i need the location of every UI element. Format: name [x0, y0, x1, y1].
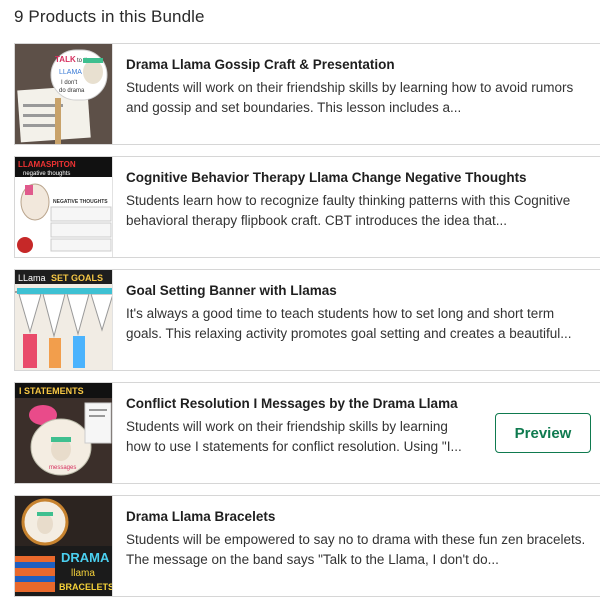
product-title[interactable]: Drama Llama Gossip Craft & Presentation	[126, 57, 395, 72]
thumb-text: messages	[49, 465, 76, 471]
product-description: It's always a good time to teach student…	[126, 306, 572, 341]
preview-button[interactable]: Preview	[495, 413, 591, 453]
thumb-text: negative thoughts	[23, 171, 70, 177]
thumb-text: do drama	[59, 88, 85, 94]
product-description: Students learn how to recognize faulty t…	[126, 193, 571, 228]
thumb-text: I STATEMENTS	[19, 386, 84, 396]
thumb-text: LLAMA	[59, 69, 82, 76]
bundle-heading: 9 Products in this Bundle	[14, 7, 205, 26]
product-description: Students will be empowered to say no to …	[126, 532, 586, 567]
bundle-panel: 9 Products in this Bundle TALK to the LL…	[0, 0, 600, 600]
product-card[interactable]: LLama SET GOALS Goal Setting Banner with…	[14, 269, 600, 371]
thumb-text: SET GOALS	[51, 273, 103, 283]
thumb-text: llama	[71, 568, 95, 579]
thumb-text: TALK	[55, 55, 76, 64]
thumb-text: DRAMA	[61, 550, 110, 565]
product-description: Students will work on their friendship s…	[126, 80, 574, 115]
product-thumbnail[interactable]: DRAMA llama BRACELETS	[15, 496, 113, 596]
product-thumbnail[interactable]: I STATEMENTS messages	[15, 383, 113, 483]
product-title[interactable]: Goal Setting Banner with Llamas	[126, 283, 337, 298]
product-card[interactable]: I STATEMENTS messages Conflict Resolutio…	[14, 382, 600, 484]
product-title[interactable]: Conflict Resolution I Messages by the Dr…	[126, 396, 458, 411]
product-thumbnail[interactable]: TALK to the LLAMA I don't do drama	[15, 44, 113, 144]
thumb-text: LLAMASPITON	[18, 160, 76, 169]
product-thumbnail[interactable]: LLama SET GOALS	[15, 270, 113, 370]
product-thumbnail[interactable]: LLAMASPITON negative thoughts NEGATIVE T…	[15, 157, 113, 257]
product-card[interactable]: LLAMASPITON negative thoughts NEGATIVE T…	[14, 156, 600, 258]
thumb-text: LLama	[18, 273, 46, 283]
product-title[interactable]: Drama Llama Bracelets	[126, 509, 275, 524]
thumb-text: I don't	[61, 80, 77, 86]
product-title[interactable]: Cognitive Behavior Therapy Llama Change …	[126, 170, 527, 185]
thumb-text: NEGATIVE THOUGHTS	[53, 199, 108, 205]
product-card[interactable]: TALK to the LLAMA I don't do drama Drama…	[14, 43, 600, 145]
product-card[interactable]: DRAMA llama BRACELETS Drama Llama Bracel…	[14, 495, 600, 597]
thumb-text: BRACELETS	[59, 582, 113, 592]
product-description: Students will work on their friendship s…	[126, 419, 462, 454]
